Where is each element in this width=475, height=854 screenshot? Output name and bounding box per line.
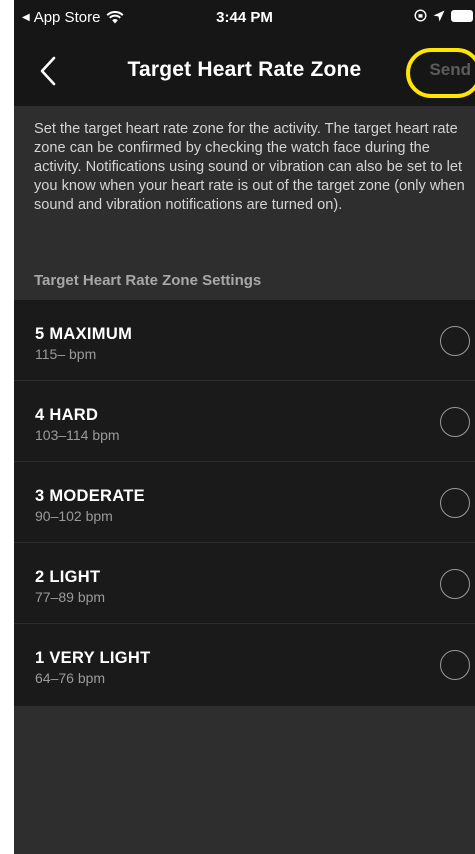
radio-button[interactable] (440, 650, 470, 680)
zone-row-hard[interactable]: 4 HARD 103–114 bpm (14, 381, 475, 462)
zone-name: 2 LIGHT (35, 568, 101, 586)
radio-button[interactable] (440, 326, 470, 356)
radio-button[interactable] (440, 488, 470, 518)
status-icons (414, 9, 473, 22)
zone-list: 5 MAXIMUM 115– bpm 4 HARD 103–114 bpm 3 … (14, 300, 475, 706)
zone-range: 77–89 bpm (35, 589, 106, 605)
radio-button[interactable] (440, 407, 470, 437)
zone-range: 64–76 bpm (35, 670, 106, 686)
zone-row-moderate[interactable]: 3 MODERATE 90–102 bpm (14, 462, 475, 543)
section-header: Target Heart Rate Zone Settings (34, 272, 262, 289)
orientation-lock-icon (414, 9, 427, 22)
zone-name: 1 VERY LIGHT (35, 649, 151, 667)
location-arrow-icon (433, 10, 445, 21)
highlight-circle (406, 48, 475, 98)
zone-name: 4 HARD (35, 406, 99, 424)
zone-range: 90–102 bpm (35, 508, 113, 524)
clock: 3:44 PM (216, 9, 273, 26)
zone-name: 5 MAXIMUM (35, 325, 133, 343)
battery-icon (451, 9, 473, 22)
zone-name: 3 MODERATE (35, 487, 145, 505)
zone-row-very-light[interactable]: 1 VERY LIGHT 64–76 bpm (14, 624, 475, 705)
navigation-bar: Target Heart Rate Zone Send (14, 36, 475, 106)
zone-range: 115– bpm (35, 346, 97, 362)
zone-row-light[interactable]: 2 LIGHT 77–89 bpm (14, 543, 475, 624)
status-bar: ◀ App Store 3:44 PM (14, 0, 475, 36)
radio-button[interactable] (440, 569, 470, 599)
zone-range: 103–114 bpm (35, 427, 120, 443)
phone-screen: ◀ App Store 3:44 PM Target Heart Rate Zo… (14, 0, 475, 854)
description-text: Set the target heart rate zone for the a… (34, 121, 465, 213)
zone-row-maximum[interactable]: 5 MAXIMUM 115– bpm (14, 300, 475, 381)
